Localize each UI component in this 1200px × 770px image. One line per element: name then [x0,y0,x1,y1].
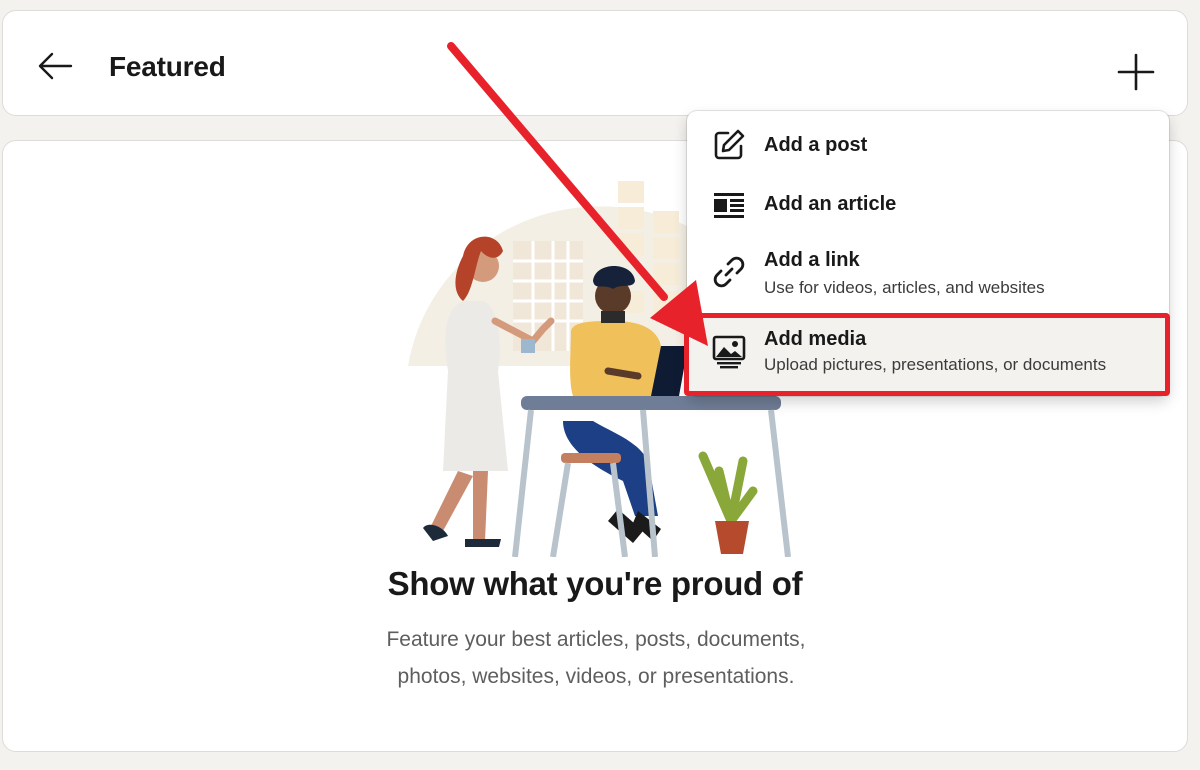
add-featured-menu: Add a post Add an article Add a link Use… [687,111,1169,396]
page-title: Featured [109,51,226,82]
article-icon [714,193,744,218]
empty-state-title: Show what you're proud of [387,565,803,602]
menu-item-sublabel: Upload pictures, presentations, or docum… [764,355,1107,374]
plus-icon [1117,53,1155,91]
back-button[interactable] [33,47,79,87]
header-card: Featured [2,10,1188,116]
menu-item-label: Add a link [764,249,860,271]
empty-state-description: Feature your best articles, posts, docum… [386,628,806,688]
menu-item-label: Add a post [764,134,868,156]
add-featured-button[interactable] [1113,49,1159,95]
link-icon [713,256,745,288]
menu-item-add-media[interactable]: Add media Upload pictures, presentations… [687,315,1169,395]
pencil-square-icon [714,129,745,160]
menu-item-add-post[interactable]: Add a post [687,111,1169,171]
menu-item-add-article[interactable]: Add an article [687,171,1169,231]
menu-item-add-link[interactable]: Add a link Use for videos, articles, and… [687,236,1169,311]
image-stack-icon [712,335,746,369]
menu-item-sublabel: Use for videos, articles, and websites [764,278,1045,297]
menu-item-label: Add an article [764,193,897,215]
arrow-left-icon [38,52,73,80]
menu-item-label: Add media [764,328,867,350]
